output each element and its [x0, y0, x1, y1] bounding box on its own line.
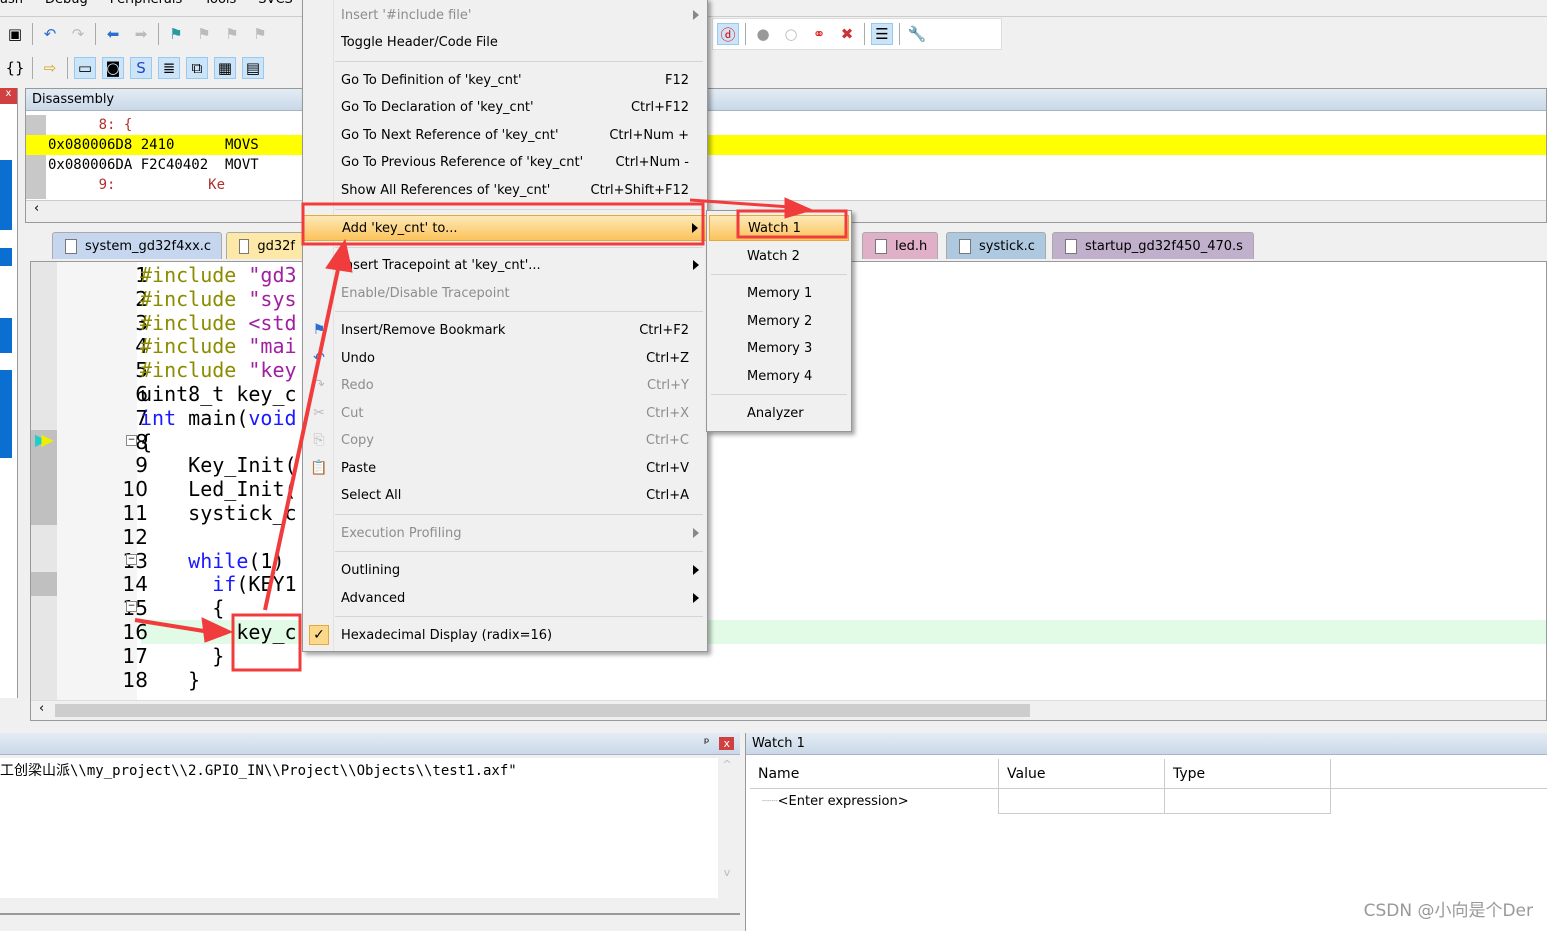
highlight-box-add-to: [301, 202, 705, 246]
arrow-to-variable: [134, 618, 211, 634]
arrowhead-icon: [201, 617, 234, 643]
arrowhead-icon: [784, 197, 814, 219]
arrow-to-add-menu: [263, 259, 342, 611]
arrow-to-watch1: [689, 198, 791, 209]
annotation-overlay: [134, 197, 848, 672]
highlight-box-variable: [231, 613, 302, 672]
